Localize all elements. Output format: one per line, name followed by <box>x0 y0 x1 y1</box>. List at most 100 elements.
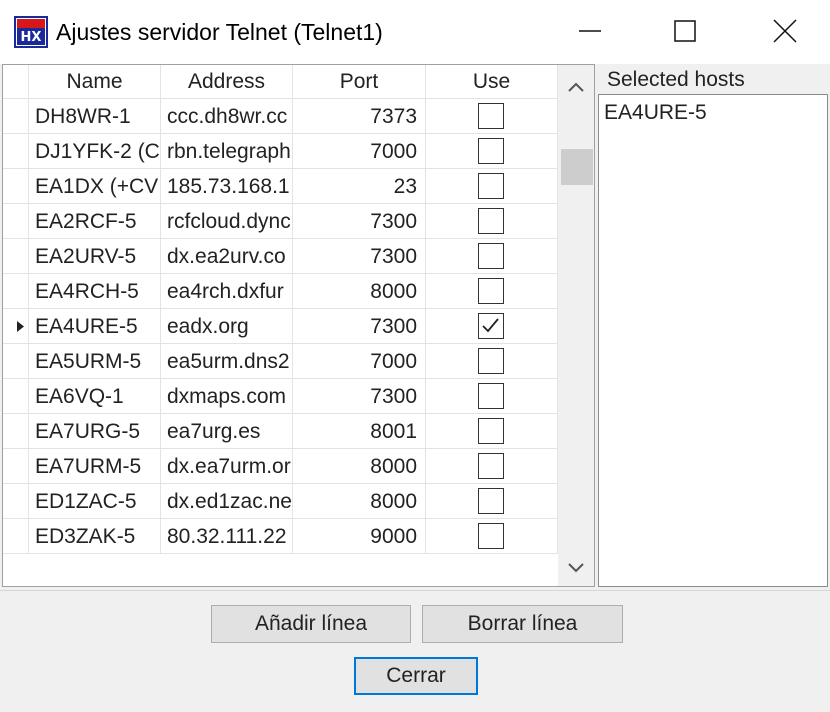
maximize-button[interactable] <box>660 8 710 54</box>
row-header-cell[interactable] <box>3 99 29 134</box>
address-cell[interactable]: dx.ea7urm.or <box>161 449 293 484</box>
table-row[interactable]: EA2RCF-5 rcfcloud.dync 7300 <box>3 204 558 239</box>
selected-host-item[interactable]: EA4URE-5 <box>604 99 707 127</box>
name-cell[interactable]: EA5URM-5 <box>29 344 161 379</box>
port-cell[interactable]: 7300 <box>293 239 426 274</box>
table-row[interactable]: EA7URM-5 dx.ea7urm.or 8000 <box>3 449 558 484</box>
address-cell[interactable]: ea5urm.dns2 <box>161 344 293 379</box>
row-header-cell[interactable] <box>3 274 29 309</box>
minimize-button[interactable] <box>565 8 615 54</box>
name-cell[interactable]: ED3ZAK-5 <box>29 519 161 554</box>
port-cell[interactable]: 7000 <box>293 344 426 379</box>
scroll-up-button[interactable] <box>558 69 594 105</box>
vertical-scrollbar[interactable] <box>558 65 594 586</box>
use-checkbox[interactable] <box>478 313 504 339</box>
port-cell[interactable]: 8000 <box>293 484 426 519</box>
port-cell[interactable]: 7000 <box>293 134 426 169</box>
selected-hosts-label: Selected hosts <box>607 68 745 91</box>
address-cell[interactable]: 80.32.111.22 <box>161 519 293 554</box>
column-header-port[interactable]: Port <box>293 65 426 99</box>
use-checkbox[interactable] <box>478 418 504 444</box>
port-cell[interactable]: 7300 <box>293 204 426 239</box>
use-checkbox[interactable] <box>478 138 504 164</box>
table-row[interactable]: EA6VQ-1 dxmaps.com 7300 <box>3 379 558 414</box>
scroll-down-button[interactable] <box>558 550 594 586</box>
row-header-cell[interactable] <box>3 169 29 204</box>
port-cell[interactable]: 8000 <box>293 274 426 309</box>
address-cell[interactable]: ea7urg.es <box>161 414 293 449</box>
address-cell[interactable]: rcfcloud.dync <box>161 204 293 239</box>
title-bar[interactable]: HX Ajustes servidor Telnet (Telnet1) <box>0 0 830 64</box>
port-cell[interactable]: 8000 <box>293 449 426 484</box>
row-header-cell[interactable] <box>3 379 29 414</box>
address-cell[interactable]: 185.73.168.1 <box>161 169 293 204</box>
table-row[interactable]: EA5URM-5 ea5urm.dns2 7000 <box>3 344 558 379</box>
table-row[interactable]: EA1DX (+CV 185.73.168.1 23 <box>3 169 558 204</box>
table-row[interactable]: DJ1YFK-2 (C rbn.telegraph 7000 <box>3 134 558 169</box>
use-checkbox[interactable] <box>478 383 504 409</box>
column-header-use[interactable]: Use <box>426 65 558 99</box>
use-checkbox[interactable] <box>478 208 504 234</box>
close-window-button[interactable] <box>760 8 810 54</box>
port-cell[interactable]: 9000 <box>293 519 426 554</box>
row-header-cell[interactable] <box>3 134 29 169</box>
table-row[interactable]: ED1ZAC-5 dx.ed1zac.ne 8000 <box>3 484 558 519</box>
table-row[interactable]: EA2URV-5 dx.ea2urv.co 7300 <box>3 239 558 274</box>
name-cell[interactable]: EA1DX (+CV <box>29 169 161 204</box>
name-cell[interactable]: ED1ZAC-5 <box>29 484 161 519</box>
name-cell[interactable]: EA2RCF-5 <box>29 204 161 239</box>
close-button[interactable]: Cerrar <box>354 657 478 695</box>
delete-line-button[interactable]: Borrar línea <box>422 605 623 643</box>
table-row[interactable]: EA4RCH-5 ea4rch.dxfur 8000 <box>3 274 558 309</box>
table-row[interactable]: DH8WR-1 ccc.dh8wr.cc 7373 <box>3 99 558 134</box>
use-checkbox[interactable] <box>478 278 504 304</box>
use-checkbox[interactable] <box>478 348 504 374</box>
port-cell[interactable]: 7300 <box>293 309 426 344</box>
use-checkbox[interactable] <box>478 103 504 129</box>
row-header-cell[interactable] <box>3 449 29 484</box>
use-checkbox[interactable] <box>478 488 504 514</box>
telnet-hosts-grid[interactable]: Name Address Port Use DH8WR-1 ccc.dh8wr.c… <box>2 64 595 587</box>
port-cell[interactable]: 23 <box>293 169 426 204</box>
port-cell[interactable]: 8001 <box>293 414 426 449</box>
row-header-cell[interactable] <box>3 204 29 239</box>
address-cell[interactable]: dx.ed1zac.ne <box>161 484 293 519</box>
table-row[interactable]: EA7URG-5 ea7urg.es 8001 <box>3 414 558 449</box>
address-cell[interactable]: dxmaps.com <box>161 379 293 414</box>
name-cell[interactable]: EA2URV-5 <box>29 239 161 274</box>
name-cell[interactable]: EA6VQ-1 <box>29 379 161 414</box>
use-checkbox[interactable] <box>478 243 504 269</box>
row-header-cell[interactable] <box>3 414 29 449</box>
column-header-address[interactable]: Address <box>161 65 293 99</box>
add-line-button[interactable]: Añadir línea <box>211 605 411 643</box>
name-cell[interactable]: EA4RCH-5 <box>29 274 161 309</box>
table-row[interactable]: EA4URE-5 eadx.org 7300 <box>3 309 558 344</box>
name-cell[interactable]: DJ1YFK-2 (C <box>29 134 161 169</box>
scroll-thumb[interactable] <box>561 149 593 185</box>
use-checkbox[interactable] <box>478 453 504 479</box>
name-cell[interactable]: EA7URG-5 <box>29 414 161 449</box>
address-cell[interactable]: ea4rch.dxfur <box>161 274 293 309</box>
chevron-up-icon <box>568 82 584 92</box>
name-cell[interactable]: EA4URE-5 <box>29 309 161 344</box>
row-header-cell[interactable] <box>3 484 29 519</box>
name-cell[interactable]: DH8WR-1 <box>29 99 161 134</box>
address-cell[interactable]: rbn.telegraph <box>161 134 293 169</box>
name-cell[interactable]: EA7URM-5 <box>29 449 161 484</box>
address-cell[interactable]: ccc.dh8wr.cc <box>161 99 293 134</box>
row-header-cell[interactable] <box>3 239 29 274</box>
hx-app-icon: HX <box>14 16 48 48</box>
table-row[interactable]: ED3ZAK-5 80.32.111.22 9000 <box>3 519 558 554</box>
address-cell[interactable]: dx.ea2urv.co <box>161 239 293 274</box>
column-header-name[interactable]: Name <box>29 65 161 99</box>
use-checkbox[interactable] <box>478 173 504 199</box>
row-header-cell[interactable] <box>3 519 29 554</box>
row-header-cell[interactable] <box>3 344 29 379</box>
use-cell <box>426 449 558 484</box>
port-cell[interactable]: 7373 <box>293 99 426 134</box>
selected-hosts-list[interactable]: EA4URE-5 <box>598 94 828 587</box>
use-checkbox[interactable] <box>478 523 504 549</box>
address-cell[interactable]: eadx.org <box>161 309 293 344</box>
row-header-cell[interactable] <box>3 309 29 344</box>
port-cell[interactable]: 7300 <box>293 379 426 414</box>
